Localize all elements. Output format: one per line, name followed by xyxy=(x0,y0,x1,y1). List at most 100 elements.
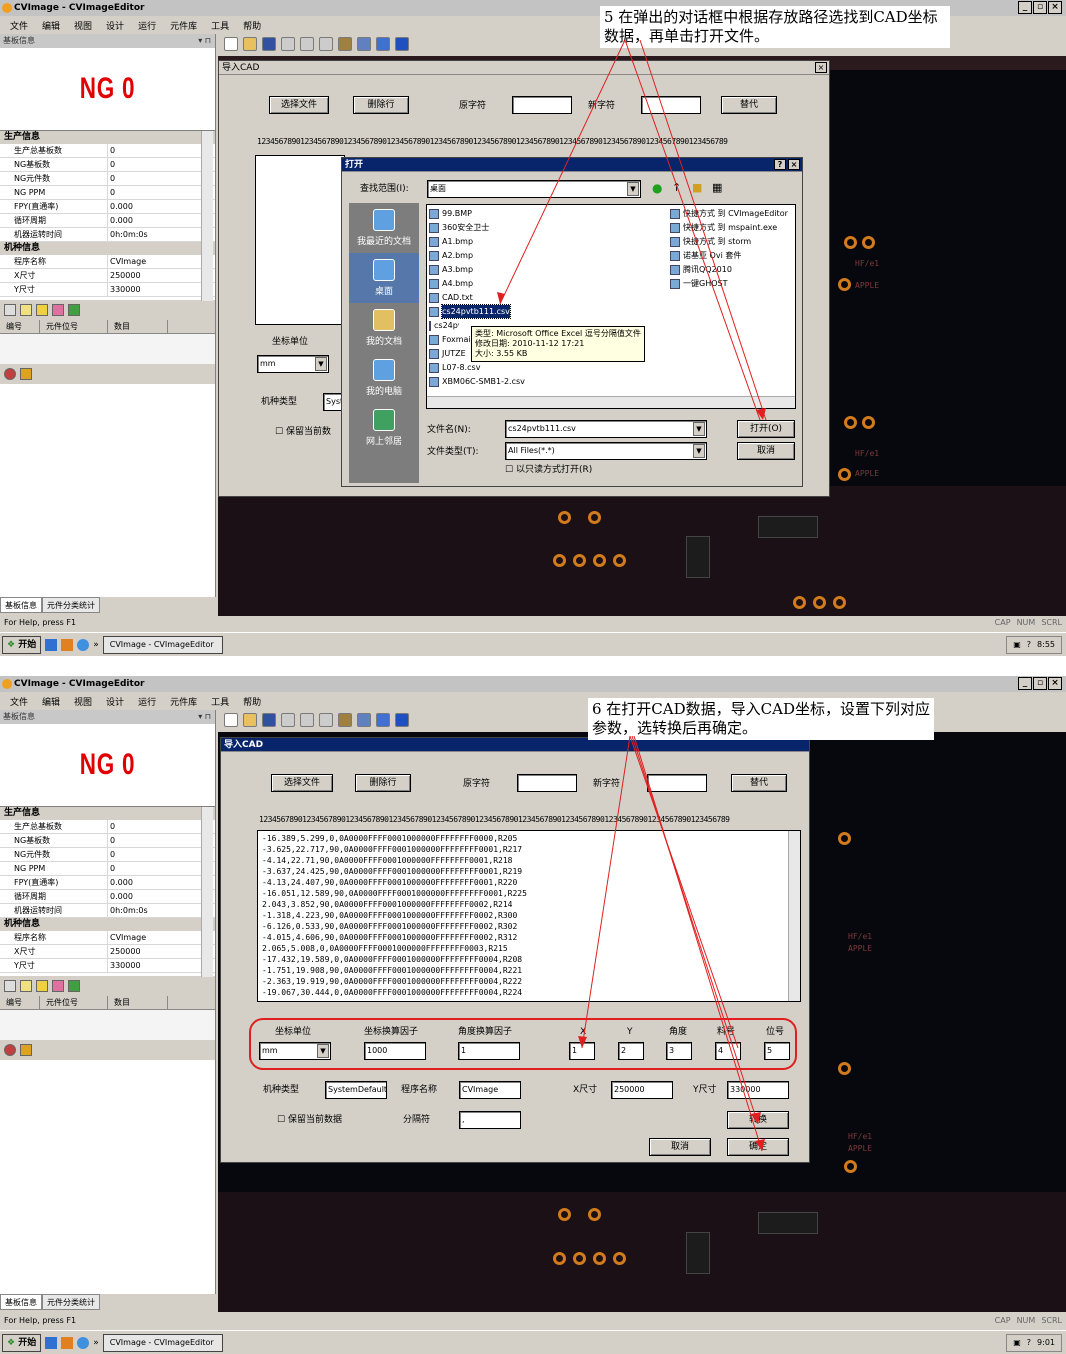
prop-row[interactable]: NG元件数 0 xyxy=(0,172,215,186)
close-button[interactable]: × xyxy=(1048,1,1062,14)
start-button[interactable]: ❖ 开始 xyxy=(2,1333,42,1352)
part-col-input[interactable]: 4 xyxy=(715,1042,741,1060)
maximize-button[interactable]: ▫ xyxy=(1033,1,1047,14)
file-item[interactable]: A2.bmp xyxy=(429,249,473,262)
pie-icon[interactable] xyxy=(4,368,16,380)
tray-icon[interactable]: ▣ xyxy=(1013,637,1021,653)
tray-icon[interactable]: ▣ xyxy=(1013,1335,1021,1351)
bar-chart-icon[interactable] xyxy=(20,368,32,380)
orig-char-input[interactable] xyxy=(512,96,572,114)
pink-icon[interactable] xyxy=(52,304,64,316)
refresh-icon[interactable] xyxy=(4,304,16,316)
readonly-checkbox[interactable]: ☐ 以只读方式打开(R) xyxy=(505,464,592,476)
tab-board-info[interactable]: 基板信息 xyxy=(0,597,42,613)
file-list-hscroll[interactable] xyxy=(427,396,795,408)
program-name-input[interactable]: CVImage xyxy=(459,1081,521,1099)
open-folder-icon[interactable] xyxy=(243,713,257,727)
start-button[interactable]: ❖ 开始 xyxy=(2,635,42,654)
pie-icon[interactable] xyxy=(4,1044,16,1056)
col-number[interactable]: 编号 xyxy=(0,320,40,333)
angle-factor-input[interactable]: 1 xyxy=(458,1042,520,1060)
new-folder-icon[interactable]: ■ xyxy=(692,182,702,194)
chart-icon[interactable] xyxy=(357,713,371,727)
col-number[interactable]: 编号 xyxy=(0,996,40,1009)
tools-icon[interactable] xyxy=(338,713,352,727)
factor-input[interactable]: 1000 xyxy=(364,1042,426,1060)
filename-input[interactable]: cs24pvtb111.csv ▼ xyxy=(505,420,707,438)
prop-row[interactable]: Y尺寸 330000 xyxy=(0,283,215,297)
delete-row-button[interactable]: 删除行 xyxy=(353,96,409,114)
place-recent[interactable]: 我最近的文档 xyxy=(349,203,419,253)
file-item[interactable]: 快捷方式 到 mspaint.exe xyxy=(670,221,777,234)
maximize-button[interactable]: ▫ xyxy=(1033,677,1047,690)
tray-icon[interactable]: ? xyxy=(1027,637,1031,653)
file-item[interactable]: 99.BMP xyxy=(429,207,472,220)
green-icon[interactable] xyxy=(68,304,80,316)
menu-tools[interactable]: 工具 xyxy=(205,695,235,708)
data-textarea[interactable]: -16.389,5.299,0,0A0000FFFF0001000000FFFF… xyxy=(257,830,801,1002)
place-documents[interactable]: 我的文档 xyxy=(349,303,419,353)
prop-row[interactable]: NG PPM 0 xyxy=(0,862,215,876)
open-help-button[interactable]: ? xyxy=(774,159,786,170)
ysize-input[interactable]: 330000 xyxy=(727,1081,789,1099)
prop-row[interactable]: Y尺寸 330000 xyxy=(0,959,215,973)
menu-help[interactable]: 帮助 xyxy=(237,19,267,32)
filetype-select[interactable]: All Files(*.*) ▼ xyxy=(505,442,707,460)
prop-row[interactable]: FPY(直通率) 0.000 xyxy=(0,200,215,214)
task-button[interactable]: CVImage - CVImageEditor xyxy=(102,1333,223,1352)
quicklaunch-icon[interactable] xyxy=(61,638,74,651)
zoom-fit-icon[interactable] xyxy=(319,713,333,727)
menu-view[interactable]: 视图 xyxy=(68,695,98,708)
prop-row[interactable]: NG PPM 0 xyxy=(0,186,215,200)
prop-row[interactable]: NG基板数 0 xyxy=(0,834,215,848)
tools-icon[interactable] xyxy=(338,37,352,51)
file-item[interactable]: A4.bmp xyxy=(429,277,473,290)
file-item[interactable]: 快捷方式 到 storm xyxy=(670,235,751,248)
property-scrollbar[interactable] xyxy=(201,131,213,301)
save-icon[interactable] xyxy=(262,713,276,727)
replace-button[interactable]: 替代 xyxy=(721,96,777,114)
quicklaunch-icon[interactable] xyxy=(61,1336,74,1349)
zoom-in-icon[interactable] xyxy=(281,37,295,51)
view-menu-icon[interactable]: ▦ xyxy=(712,182,722,194)
quicklaunch-icon[interactable] xyxy=(77,1336,90,1349)
file-item[interactable]: CAD.txt xyxy=(429,291,473,304)
menu-tools[interactable]: 工具 xyxy=(205,19,235,32)
unit-select[interactable]: mm ▼ xyxy=(259,1042,331,1060)
menu-help[interactable]: 帮助 xyxy=(237,695,267,708)
data-textarea[interactable] xyxy=(255,155,345,325)
delete-row-button[interactable]: 删除行 xyxy=(355,774,411,792)
new-char-input[interactable] xyxy=(647,774,707,792)
menu-file[interactable]: 文件 xyxy=(4,695,34,708)
menu-design[interactable]: 设计 xyxy=(100,19,130,32)
replace-button[interactable]: 替代 xyxy=(731,774,787,792)
angle-col-input[interactable]: 3 xyxy=(666,1042,692,1060)
category-production[interactable]: 生产信息 xyxy=(0,807,215,820)
zoom-fit-icon[interactable] xyxy=(319,37,333,51)
property-scrollbar[interactable] xyxy=(201,807,213,977)
prop-row[interactable]: 机器运转时间 0h:0m:0s xyxy=(0,228,215,242)
prop-row[interactable]: NG基板数 0 xyxy=(0,158,215,172)
file-item[interactable]: A1.bmp xyxy=(429,235,473,248)
minimize-button[interactable]: _ xyxy=(1018,1,1032,14)
open-folder-icon[interactable] xyxy=(243,37,257,51)
col-ref[interactable]: 元件位号 xyxy=(40,320,108,333)
folder-icon[interactable] xyxy=(36,304,48,316)
file-item-selected[interactable]: cs24pvtb111.csv xyxy=(429,304,511,319)
zoom-in-icon[interactable] xyxy=(281,713,295,727)
green-icon[interactable] xyxy=(68,980,80,992)
prop-row[interactable]: 程序名称 CVImage xyxy=(0,255,215,269)
xsize-input[interactable]: 250000 xyxy=(611,1081,673,1099)
place-computer[interactable]: 我的电脑 xyxy=(349,353,419,403)
tab-component-stats[interactable]: 元件分类统计 xyxy=(42,1294,100,1310)
select-file-button[interactable]: 选择文件 xyxy=(269,96,329,114)
back-icon[interactable]: ● xyxy=(652,182,662,194)
info-icon[interactable] xyxy=(395,713,409,727)
col-ref[interactable]: 元件位号 xyxy=(40,996,108,1009)
place-network[interactable]: 网上邻居 xyxy=(349,403,419,453)
file-item[interactable]: 腾讯QQ2010 xyxy=(670,263,732,276)
cancel-button[interactable]: 取消 xyxy=(649,1138,711,1156)
folder-icon[interactable] xyxy=(36,980,48,992)
separator-input[interactable]: , xyxy=(459,1111,521,1129)
save-icon[interactable] xyxy=(262,37,276,51)
